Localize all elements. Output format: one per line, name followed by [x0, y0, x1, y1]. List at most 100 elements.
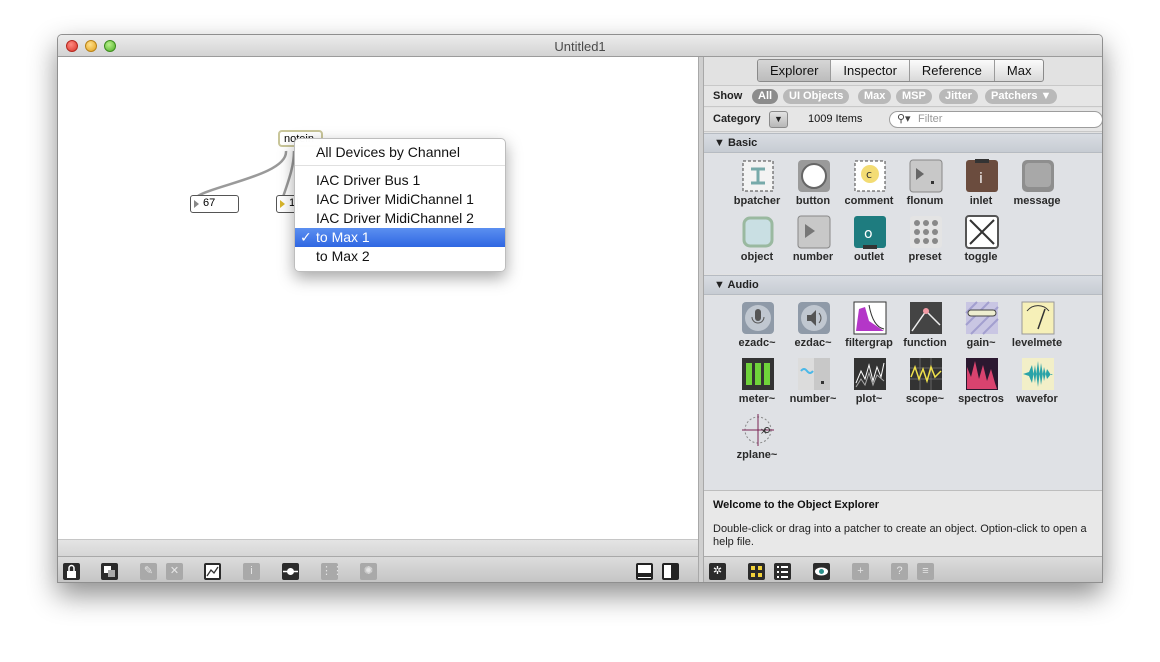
debug-graph-icon[interactable] [204, 563, 221, 580]
object-levelmeter[interactable]: levelmete [1009, 299, 1065, 353]
filter-placeholder: Filter [918, 113, 943, 125]
object-outlet[interactable]: o outlet [841, 213, 897, 267]
section-header-basic[interactable]: ▼ Basic [704, 133, 1102, 153]
zplane-icon: × [742, 414, 774, 446]
svg-text:o: o [864, 226, 873, 242]
preset-icon [910, 216, 942, 248]
category-dropdown-button[interactable]: ▼ [769, 111, 788, 128]
function-icon [910, 302, 942, 334]
tab-reference[interactable]: Reference [910, 60, 995, 81]
object-button[interactable]: button [785, 157, 841, 211]
object-object[interactable]: object [729, 213, 785, 267]
filter-all[interactable]: All [752, 89, 779, 104]
object-ezadc[interactable]: ezadc~ [729, 299, 785, 353]
category-row: Category ▼ 1009 Items ⚲▾ Filter [704, 108, 1102, 132]
filter-ui-objects[interactable]: UI Objects [783, 89, 850, 104]
filter-jitter[interactable]: Jitter [939, 89, 978, 104]
waveform-icon [1022, 358, 1054, 390]
plot-icon [854, 358, 886, 390]
object-explorer-panel: Explorer Inspector Reference Max Show Al… [704, 57, 1102, 582]
object-gain[interactable]: gain~ [953, 299, 1009, 353]
patch-cords [192, 150, 296, 201]
section-basic: bpatcher button c comment flonum i inlet… [704, 154, 1102, 274]
object-preset[interactable]: preset [897, 213, 953, 267]
object-flonum[interactable]: flonum [897, 157, 953, 211]
filter-max[interactable]: Max [858, 89, 892, 104]
midi-device-popup-menu[interactable]: All Devices by Channel IAC Driver Bus 1 … [294, 138, 506, 272]
message-icon [1022, 160, 1054, 192]
grid-view-icon[interactable] [748, 563, 765, 580]
object-zplane[interactable]: × zplane~ [729, 411, 785, 465]
presentation-icon[interactable] [101, 563, 118, 580]
object-comment[interactable]: c comment [841, 157, 897, 211]
checkmark-icon: ✓ [300, 229, 312, 245]
object-bpatcher[interactable]: bpatcher [729, 157, 785, 211]
object-number-tilde[interactable]: number~ [785, 355, 841, 409]
gear-icon[interactable]: ✲ [709, 563, 726, 580]
filter-search-field[interactable]: ⚲▾ Filter [889, 111, 1102, 128]
eye-icon[interactable] [813, 563, 830, 580]
lock-icon[interactable] [63, 563, 80, 580]
patcher-canvas[interactable]: notein 67 1 All Devices by Channel IAC D… [58, 57, 698, 539]
category-label: Category [713, 113, 761, 125]
patch-cord-left[interactable] [192, 150, 288, 201]
object-plot[interactable]: plot~ [841, 355, 897, 409]
welcome-panel: Welcome to the Object Explorer Double-cl… [704, 490, 1102, 562]
add-icon[interactable]: + [852, 563, 869, 580]
help-icon[interactable]: ? [891, 563, 908, 580]
filter-msp[interactable]: MSP [896, 89, 932, 104]
patcher-toolbar: ✎ ✕ i ⋮⋮ ✺ [58, 556, 698, 582]
section-audio: ezadc~ ezdac~ filtergrap function gain~ … [704, 296, 1102, 490]
connect-icon[interactable] [282, 563, 299, 580]
bpatcher-icon [742, 160, 774, 192]
object-meter[interactable]: meter~ [729, 355, 785, 409]
delete-icon[interactable]: ✕ [166, 563, 183, 580]
menu-item-iac-midichannel-1[interactable]: IAC Driver MidiChannel 1 [295, 190, 505, 209]
menu-lines-icon[interactable]: ≡ [917, 563, 934, 580]
search-icon: ⚲▾ [897, 113, 911, 125]
welcome-text: Double-click or drag into a patcher to c… [713, 523, 1087, 548]
tab-inspector[interactable]: Inspector [831, 60, 910, 81]
welcome-title: Welcome to the Object Explorer [713, 499, 880, 511]
menu-item-to-max-2[interactable]: to Max 2 [295, 247, 505, 266]
object-ezdac[interactable]: ezdac~ [785, 299, 841, 353]
info-icon[interactable]: i [243, 563, 260, 580]
number-value: 67 [203, 197, 216, 209]
object-filtergraph[interactable]: filtergrap [841, 299, 897, 353]
object-message[interactable]: message [1009, 157, 1065, 211]
object-spectroscope[interactable]: spectros [953, 355, 1009, 409]
show-filter-row: Show All UI Objects Max MSP Jitter Patch… [704, 85, 1102, 107]
toggle-icon [965, 215, 999, 249]
menu-item-iac-bus-1[interactable]: IAC Driver Bus 1 [295, 171, 505, 190]
tab-explorer[interactable]: Explorer [758, 60, 832, 81]
object-icon [742, 216, 774, 248]
single-pane-icon[interactable] [636, 563, 653, 580]
filter-patchers[interactable]: Patchers ▼ [985, 89, 1058, 104]
menu-item-iac-midichannel-2[interactable]: IAC Driver MidiChannel 2 [295, 209, 505, 228]
object-toggle[interactable]: toggle [953, 213, 1009, 267]
split-pane-icon[interactable] [662, 563, 679, 580]
section-header-audio[interactable]: ▼ Audio [704, 275, 1102, 295]
button-icon [798, 160, 830, 192]
menu-item-all-devices[interactable]: All Devices by Channel [295, 143, 505, 162]
object-number[interactable]: number [785, 213, 841, 267]
object-scope[interactable]: scope~ [897, 355, 953, 409]
patcher-status-bar [58, 539, 698, 556]
comment-icon: c [854, 160, 886, 192]
number-triangle-icon [194, 200, 199, 208]
patcher-window: Untitled1 notein 67 1 All Devices by Cha… [57, 34, 1103, 583]
grid-icon[interactable]: ⋮⋮ [321, 563, 343, 580]
audio-dsp-icon[interactable]: ✺ [360, 563, 377, 580]
list-view-icon[interactable] [774, 563, 791, 580]
object-inlet[interactable]: i inlet [953, 157, 1009, 211]
number-icon [797, 215, 831, 249]
scope-icon [910, 358, 942, 390]
menu-item-to-max-1[interactable]: ✓ to Max 1 [295, 228, 505, 247]
title-bar[interactable]: Untitled1 [58, 35, 1102, 57]
patch-cord-tool-icon[interactable]: ✎ [140, 563, 157, 580]
meter-icon [742, 358, 774, 390]
object-function[interactable]: function [897, 299, 953, 353]
tab-max[interactable]: Max [995, 60, 1044, 81]
object-waveform[interactable]: wavefor [1009, 355, 1065, 409]
number-box-left[interactable]: 67 [190, 195, 239, 213]
